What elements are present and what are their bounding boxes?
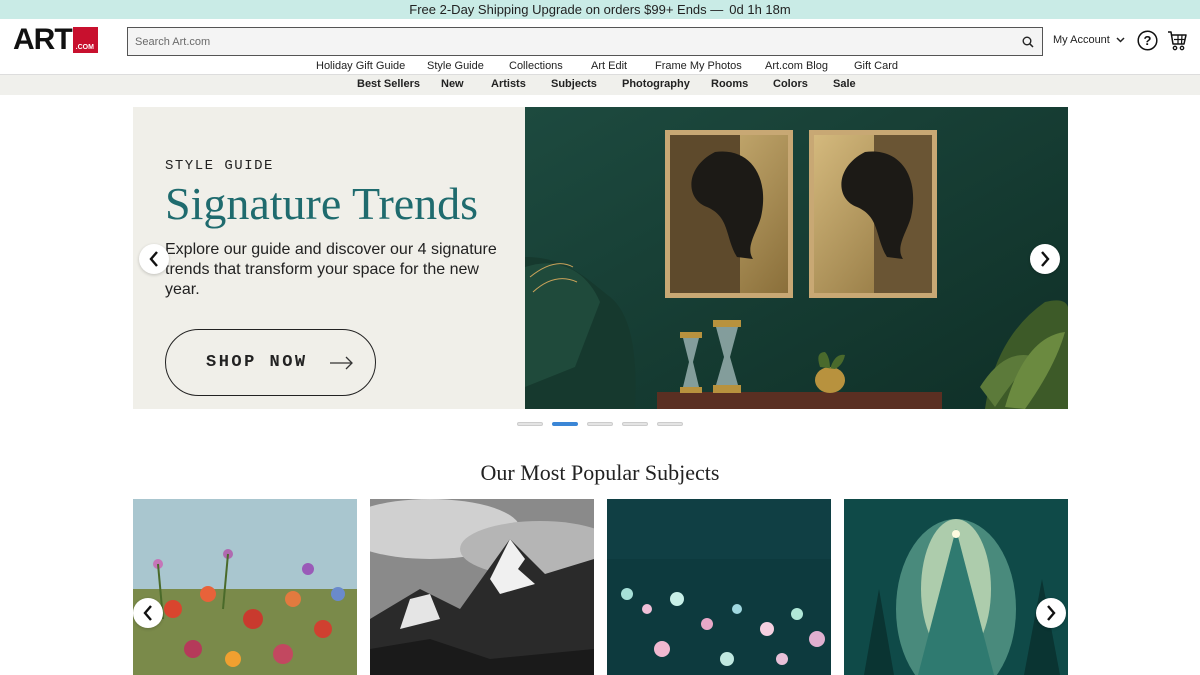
svg-text:?: ? (1144, 33, 1152, 48)
subject-tile-abstract[interactable] (607, 499, 831, 675)
popular-subjects-title: Our Most Popular Subjects (480, 460, 720, 485)
help-button[interactable]: ? (1137, 30, 1158, 51)
search-icon (1022, 36, 1034, 48)
chevron-left-icon (143, 605, 152, 621)
christmas-tree-image (844, 499, 1068, 675)
hero-text: Explore our guide and discover our 4 sig… (165, 241, 497, 298)
cart-icon (1168, 31, 1187, 51)
cart-button[interactable] (1167, 30, 1187, 52)
nav-item-best-sellers[interactable]: Best Sellers (357, 75, 420, 94)
nav-item-holiday-gift-guide[interactable]: Holiday Gift Guide (316, 57, 405, 75)
search-bar (127, 27, 1043, 56)
search-input[interactable] (128, 28, 1014, 55)
header: ART .COM My Account ? (0, 19, 1200, 59)
search-button[interactable] (1014, 28, 1042, 55)
nav-item-sale[interactable]: Sale (833, 75, 856, 94)
arrow-right-icon (329, 356, 353, 369)
nav-item-gift-card[interactable]: Gift Card (854, 57, 898, 75)
promo-text: Free 2-Day Shipping Upgrade on orders $9… (409, 2, 724, 17)
nav-item-new[interactable]: New (441, 75, 464, 94)
nav-item-collections[interactable]: Collections (509, 57, 563, 75)
hero-eyebrow: STYLE GUIDE (165, 158, 274, 174)
nav-secondary: Best Sellers New Artists Subjects Photog… (0, 75, 1200, 95)
hero-dot-2[interactable] (552, 422, 578, 426)
hero-room-image (525, 107, 1068, 409)
nav-item-artists[interactable]: Artists (491, 75, 526, 94)
hero-dot-4[interactable] (622, 422, 648, 426)
shop-now-label: SHOP NOW (206, 353, 308, 372)
hero-pagination (517, 422, 683, 426)
hero-dot-1[interactable] (517, 422, 543, 426)
account-label: My Account (1053, 34, 1110, 46)
nav-item-photography[interactable]: Photography (622, 75, 690, 94)
hero-next-button[interactable] (1030, 244, 1060, 274)
logo-box: .COM (72, 27, 98, 53)
logo-text: ART (13, 23, 73, 56)
chevron-right-icon (1047, 605, 1056, 621)
account-menu[interactable]: My Account (1053, 32, 1125, 48)
nav-item-art-edit[interactable]: Art Edit (591, 57, 627, 75)
hero-dot-3[interactable] (587, 422, 613, 426)
promo-bar[interactable]: Free 2-Day Shipping Upgrade on orders $9… (0, 0, 1200, 19)
hero-title: Signature Trends (165, 178, 479, 229)
subject-tile-mountain[interactable] (370, 499, 594, 675)
nav-item-frame-my-photos[interactable]: Frame My Photos (655, 57, 742, 75)
hero-prev-button[interactable] (139, 244, 169, 274)
chevron-right-icon (1041, 251, 1050, 267)
nav-item-style-guide[interactable]: Style Guide (427, 57, 484, 75)
floral-painting-image (133, 499, 357, 675)
subjects-next-button[interactable] (1036, 598, 1066, 628)
hero-dot-5[interactable] (657, 422, 683, 426)
abstract-teal-image (607, 499, 831, 675)
promo-timer: 0d 1h 18m (729, 2, 791, 17)
chevron-down-icon (1116, 37, 1125, 43)
nav-primary: Holiday Gift Guide Style Guide Collectio… (0, 57, 1200, 75)
logo-sub: .COM (75, 44, 94, 51)
chevron-left-icon (149, 251, 158, 267)
help-icon: ? (1137, 30, 1158, 51)
subjects-prev-button[interactable] (133, 598, 163, 628)
logo[interactable]: ART .COM (13, 23, 98, 56)
subject-tile-floral[interactable] (133, 499, 357, 675)
mountain-photo-image (370, 499, 594, 675)
nav-item-colors[interactable]: Colors (773, 75, 808, 94)
nav-item-rooms[interactable]: Rooms (711, 75, 748, 94)
nav-item-blog[interactable]: Art.com Blog (765, 57, 828, 75)
hero-banner[interactable]: STYLE GUIDE Signature Trends Explore our… (133, 107, 1068, 409)
subject-tile-christmas[interactable] (844, 499, 1068, 675)
shop-now-button[interactable]: SHOP NOW (165, 329, 376, 396)
nav-item-subjects[interactable]: Subjects (551, 75, 597, 94)
